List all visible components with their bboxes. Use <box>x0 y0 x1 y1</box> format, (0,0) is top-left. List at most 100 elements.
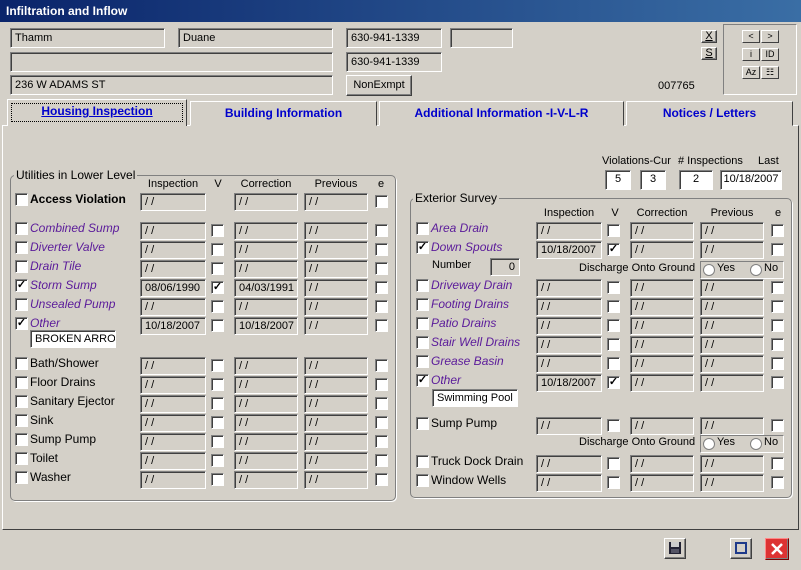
access-inspection-field[interactable]: / / <box>140 193 206 211</box>
access-correction-field[interactable]: / / <box>234 193 298 211</box>
correction-date-field[interactable]: / / <box>234 433 298 451</box>
violations-second-field[interactable]: 3 <box>640 170 666 190</box>
exterior-checkbox[interactable] <box>416 455 429 468</box>
inspection-date-field[interactable]: / / <box>140 414 206 432</box>
violation-checkbox[interactable] <box>211 454 224 467</box>
correction-date-field[interactable]: / / <box>630 417 694 435</box>
violation-checkbox[interactable]: ✓ <box>607 243 620 256</box>
inspections-count-field[interactable]: 2 <box>679 170 713 190</box>
e-checkbox[interactable] <box>771 319 784 332</box>
violation-checkbox[interactable] <box>211 262 224 275</box>
violation-checkbox[interactable] <box>211 359 224 372</box>
id-button[interactable]: ID <box>761 48 779 61</box>
tab-notices-letters[interactable]: Notices / Letters <box>626 101 793 126</box>
violation-checkbox[interactable] <box>607 457 620 470</box>
previous-date-field[interactable]: / / <box>304 317 368 335</box>
e-checkbox[interactable] <box>375 224 388 237</box>
correction-date-field[interactable]: / / <box>234 222 298 240</box>
correction-date-field[interactable]: / / <box>234 298 298 316</box>
correction-date-field[interactable]: / / <box>234 357 298 375</box>
e-checkbox[interactable] <box>375 262 388 275</box>
e-checkbox[interactable] <box>771 224 784 237</box>
correction-date-field[interactable]: / / <box>234 241 298 259</box>
utility-checkbox[interactable] <box>15 222 28 235</box>
inspection-date-field[interactable]: / / <box>140 260 206 278</box>
exterior-checkbox[interactable]: ✓ <box>416 241 429 254</box>
previous-date-field[interactable]: / / <box>304 222 368 240</box>
correction-date-field[interactable]: / / <box>630 298 694 316</box>
correction-date-field[interactable]: / / <box>234 471 298 489</box>
previous-date-field[interactable]: / / <box>700 374 764 392</box>
access-violation-checkbox[interactable] <box>15 193 28 206</box>
e-checkbox[interactable] <box>375 454 388 467</box>
inspection-date-field[interactable]: / / <box>536 455 602 473</box>
inspection-date-field[interactable]: / / <box>140 452 206 470</box>
address2-field[interactable] <box>10 52 333 72</box>
e-checkbox[interactable] <box>771 376 784 389</box>
e-checkbox[interactable] <box>375 319 388 332</box>
correction-date-field[interactable]: / / <box>234 414 298 432</box>
tab-housing-inspection[interactable]: Housing Inspection <box>7 99 187 126</box>
previous-date-field[interactable]: / / <box>700 222 764 240</box>
previous-date-field[interactable]: / / <box>304 357 368 375</box>
utility-checkbox[interactable] <box>15 357 28 370</box>
inspection-date-field[interactable]: / / <box>536 279 602 297</box>
close-icon[interactable] <box>765 538 789 560</box>
info-icon[interactable]: i <box>742 48 760 61</box>
correction-date-field[interactable]: / / <box>234 452 298 470</box>
number-field[interactable]: 0 <box>490 258 520 276</box>
sort-az-icon[interactable]: Az <box>742 66 760 79</box>
violation-checkbox[interactable] <box>211 319 224 332</box>
violation-checkbox[interactable] <box>211 224 224 237</box>
previous-date-field[interactable]: / / <box>304 241 368 259</box>
e-checkbox[interactable] <box>771 338 784 351</box>
previous-date-field[interactable]: / / <box>304 414 368 432</box>
violation-checkbox[interactable] <box>211 435 224 448</box>
inspection-date-field[interactable]: / / <box>536 298 602 316</box>
e-checkbox[interactable] <box>771 243 784 256</box>
previous-date-field[interactable]: / / <box>304 298 368 316</box>
violation-checkbox[interactable] <box>211 300 224 313</box>
previous-date-field[interactable]: / / <box>304 279 368 297</box>
inspection-date-field[interactable]: / / <box>140 433 206 451</box>
previous-date-field[interactable]: / / <box>700 317 764 335</box>
violations-cur-field[interactable]: 5 <box>605 170 631 190</box>
correction-date-field[interactable]: / / <box>630 355 694 373</box>
utility-checkbox[interactable] <box>15 241 28 254</box>
inspection-date-field[interactable]: 10/18/2007 <box>140 317 206 335</box>
inspection-date-field[interactable]: / / <box>140 222 206 240</box>
access-e-checkbox[interactable] <box>375 195 388 208</box>
tab-building-information[interactable]: Building Information <box>190 101 377 126</box>
violation-checkbox[interactable] <box>211 397 224 410</box>
previous-date-field[interactable]: / / <box>700 455 764 473</box>
utility-checkbox[interactable] <box>15 260 28 273</box>
correction-date-field[interactable]: / / <box>630 455 694 473</box>
address-field[interactable]: 236 W ADAMS ST <box>10 75 333 95</box>
exterior-checkbox[interactable]: ✓ <box>416 374 429 387</box>
inspection-date-field[interactable]: 08/06/1990 <box>140 279 206 297</box>
violation-checkbox[interactable] <box>607 357 620 370</box>
e-checkbox[interactable] <box>771 281 784 294</box>
last-name-field[interactable]: Thamm <box>10 28 165 48</box>
correction-date-field[interactable]: 04/03/1991 <box>234 279 298 297</box>
e-checkbox[interactable] <box>375 416 388 429</box>
previous-date-field[interactable]: / / <box>700 336 764 354</box>
spouts-no-radio[interactable] <box>750 264 762 276</box>
exterior-checkbox[interactable] <box>416 298 429 311</box>
inspection-date-field[interactable]: / / <box>140 395 206 413</box>
e-checkbox[interactable] <box>375 243 388 256</box>
tab-additional-information[interactable]: Additional Information -I-V-L-R <box>379 101 624 126</box>
utility-checkbox[interactable] <box>15 414 28 427</box>
previous-date-field[interactable]: / / <box>700 298 764 316</box>
inspection-date-field[interactable]: 10/18/2007 <box>536 241 602 259</box>
utility-checkbox[interactable] <box>15 452 28 465</box>
utility-checkbox[interactable] <box>15 433 28 446</box>
access-previous-field[interactable]: / / <box>304 193 368 211</box>
e-checkbox[interactable] <box>771 357 784 370</box>
nonexempt-button[interactable]: NonExmpt <box>346 75 412 96</box>
inspection-date-field[interactable]: / / <box>140 376 206 394</box>
utility-checkbox[interactable]: ✓ <box>15 317 28 330</box>
violation-checkbox[interactable] <box>211 473 224 486</box>
e-checkbox[interactable] <box>771 419 784 432</box>
exterior-checkbox[interactable] <box>416 317 429 330</box>
